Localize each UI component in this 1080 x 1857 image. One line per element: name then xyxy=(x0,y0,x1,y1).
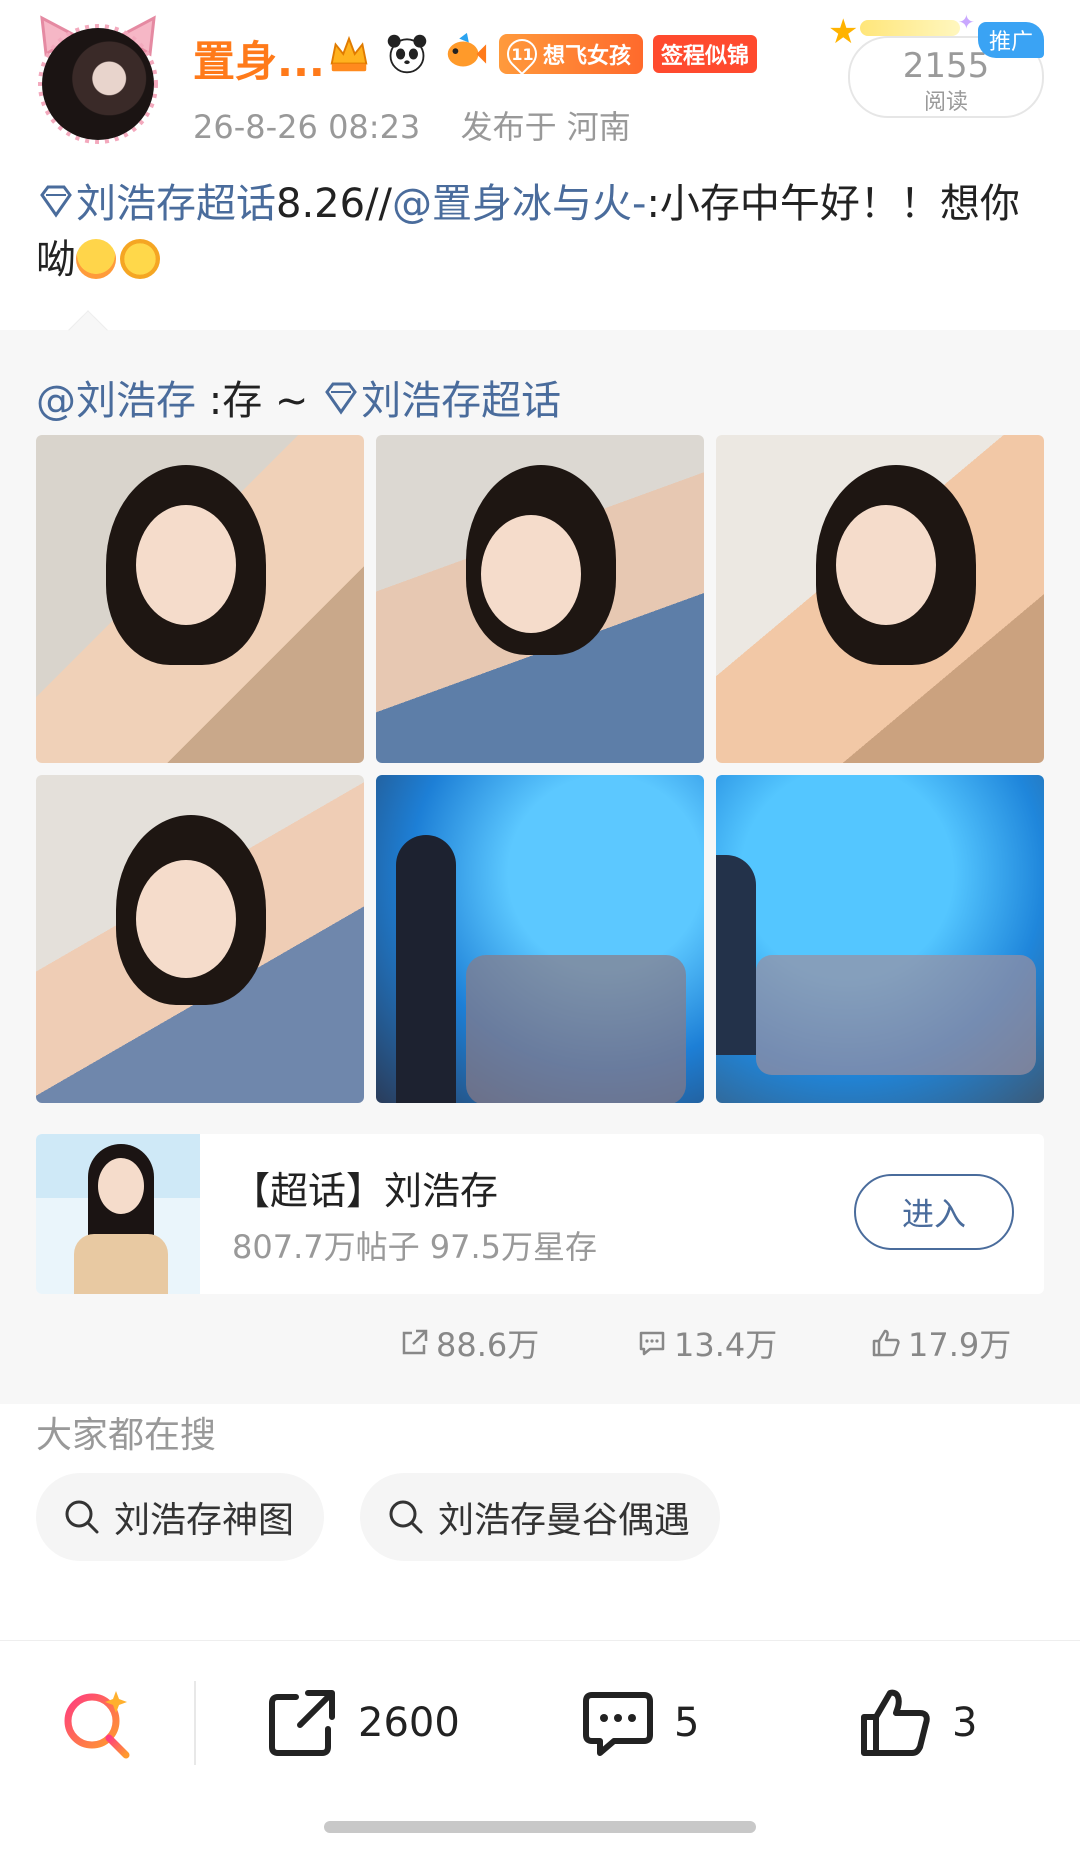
search-chip[interactable]: 刘浩存神图 xyxy=(36,1473,325,1561)
avatar-image xyxy=(42,28,154,140)
enter-supertopic-button[interactable]: 进入 xyxy=(854,1174,1014,1250)
repost-author-link[interactable]: @刘浩存 xyxy=(36,378,196,424)
photo-thumbnail[interactable] xyxy=(376,435,704,763)
shy-emoji-icon xyxy=(120,239,160,279)
search-icon xyxy=(389,1500,423,1534)
like-button[interactable]: 3 xyxy=(858,1685,977,1761)
thumbs-up-icon xyxy=(872,1329,900,1357)
supertopic-stats: 807.7万帖子 97.5万星存 xyxy=(232,1228,598,1266)
repost-text: @刘浩存 :存 ~ 刘浩存超话 xyxy=(36,368,561,426)
repost-count: 2600 xyxy=(358,1700,460,1746)
post-header: 置身... 11 想飞女孩 签程似锦 26-8-26 08:23 发布于 河南 … xyxy=(0,0,1080,160)
post-body: 刘浩存超话8.26//@置身冰与火-:小存中午好！！想你呦 xyxy=(36,176,1046,288)
comment-icon xyxy=(639,1331,665,1356)
fan-group-badge[interactable]: 11 想飞女孩 xyxy=(499,32,644,76)
supertopic-title: 【超话】刘浩存 xyxy=(232,1169,499,1213)
heart-level-icon: 11 xyxy=(500,32,544,76)
repost-comment-button[interactable]: 13.4万 xyxy=(636,1320,777,1366)
repost-share-button[interactable]: 88.6万 xyxy=(398,1320,539,1366)
search-chip[interactable]: 刘浩存曼谷偶遇 xyxy=(360,1473,721,1561)
diamond-topic-icon xyxy=(325,382,357,415)
photo-thumbnail[interactable] xyxy=(716,435,1044,763)
repost-topic-link[interactable]: 刘浩存超话 xyxy=(321,378,561,424)
post-text-1: 8.26// xyxy=(276,181,393,227)
badge-row: 11 想飞女孩 签程似锦 xyxy=(325,30,758,78)
repost-content: :存 ~ xyxy=(196,378,322,424)
crown-badge-icon[interactable] xyxy=(325,30,373,78)
photo-thumbnail[interactable] xyxy=(36,775,364,1103)
panda-badge-icon[interactable] xyxy=(383,30,431,78)
views-label: 阅读 xyxy=(923,90,968,115)
thumbs-up-icon xyxy=(861,1689,930,1756)
search-icon xyxy=(65,1500,99,1534)
post-meta: 26-8-26 08:23 发布于 河南 xyxy=(193,102,631,148)
smiling-emoji-icon xyxy=(76,239,116,279)
topic-link[interactable]: 刘浩存超话 xyxy=(36,181,276,227)
mention-link[interactable]: @置身冰与火- xyxy=(392,181,646,227)
location: 发布于 河南 xyxy=(460,108,631,146)
decoration-bar xyxy=(860,20,960,36)
repost-like-button[interactable]: 17.9万 xyxy=(870,1320,1011,1366)
avatar[interactable] xyxy=(36,14,160,144)
comment-icon xyxy=(583,1692,653,1756)
bar-divider xyxy=(194,1681,196,1765)
search-section-title: 大家都在搜 xyxy=(36,1415,217,1456)
sign-badge[interactable]: 签程似锦 xyxy=(653,35,758,73)
diamond-topic-icon xyxy=(40,185,72,218)
share-icon xyxy=(269,1690,335,1756)
home-indicator[interactable] xyxy=(324,1821,756,1833)
username[interactable]: 置身... xyxy=(193,28,325,89)
comment-button[interactable]: 5 xyxy=(580,1685,699,1761)
sparkle-search-icon xyxy=(64,1691,130,1759)
photo-grid xyxy=(36,435,1044,1103)
photo-thumbnail[interactable] xyxy=(716,775,1044,1103)
bottom-action-bar: 2600 5 3 xyxy=(0,1640,1080,1857)
repost-button[interactable]: 2600 xyxy=(264,1685,460,1761)
timestamp: 26-8-26 08:23 xyxy=(193,108,421,146)
fish-badge-icon[interactable] xyxy=(441,30,489,78)
supertopic-thumbnail xyxy=(36,1134,200,1294)
like-count: 3 xyxy=(952,1700,978,1746)
share-icon xyxy=(402,1329,428,1355)
repost-action-bar: 88.6万 13.4万 17.9万 xyxy=(0,1316,1080,1376)
sparkle-decoration-icon: ✦ xyxy=(958,10,975,34)
promo-tag[interactable]: 推广 xyxy=(978,22,1044,58)
photo-thumbnail[interactable] xyxy=(376,775,704,1103)
comment-count: 5 xyxy=(674,1700,700,1746)
supertopic-card[interactable]: 【超话】刘浩存 807.7万帖子 97.5万星存 进入 xyxy=(36,1134,1044,1294)
smart-search-button[interactable] xyxy=(60,1685,136,1761)
photo-thumbnail[interactable] xyxy=(36,435,364,763)
